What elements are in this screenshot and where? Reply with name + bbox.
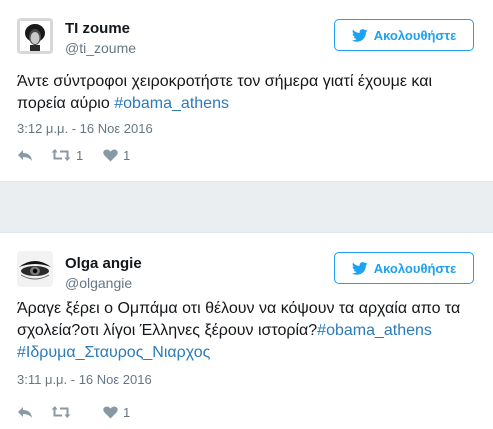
tweet-timestamp[interactable]: 3:12 μ.μ. - 16 Νοε 2016 [17,121,153,136]
hashtag-link[interactable]: #obama_athens [317,322,432,339]
tweet-text-line: Άντε σύντροφοι χειροκροτήστε τον σήμερα … [17,73,432,90]
tweet-card: Olga angie @olgangie Ακολουθήστε Άραγε ξ… [0,232,493,429]
retweet-icon [51,149,71,161]
tweet-actions: 1 [17,402,143,422]
tweet-text-line: πορεία αύριο [17,95,115,112]
like-button[interactable]: 1 [103,405,143,420]
tweet-card: TI zoume @ti_zoume Ακολουθήστε Άντε σύντ… [0,0,493,182]
avatar[interactable] [17,251,53,287]
follow-label: Ακολουθήστε [373,260,457,276]
retweet-count: 1 [76,147,84,163]
like-count: 1 [123,147,131,163]
tweet-text-line: Άραγε ξέρει ο Ομπάμα οτι θέλουν να κόψου… [17,300,461,317]
reply-icon [18,149,32,161]
reply-button[interactable] [17,406,51,419]
tweet-text-line: σχολεία?οτι λίγοι Έλληνες ξέρουν ιστορία… [17,322,318,339]
follow-button[interactable]: Ακολουθήστε [334,19,474,51]
tweet-timestamp[interactable]: 3:11 μ.μ. - 16 Νοε 2016 [17,372,152,387]
display-name[interactable]: TI zoume [65,20,130,37]
avatar[interactable] [17,18,53,54]
tweet-actions: 1 1 [17,145,143,165]
heart-icon [103,405,118,418]
follow-label: Ακολουθήστε [373,27,457,43]
twitter-bird-icon [351,28,368,42]
retweet-icon [51,406,71,418]
heart-icon [103,148,118,161]
tweet-text: Άραγε ξέρει ο Ομπάμα οτι θέλουν να κόψου… [17,298,477,364]
twitter-bird-icon [351,261,368,275]
reply-icon [18,406,32,418]
reply-button[interactable] [17,149,51,162]
retweet-button[interactable] [51,405,103,419]
follow-button[interactable]: Ακολουθήστε [334,252,474,284]
hashtag-link[interactable]: #Ιδρυμα_Σταυρος_Νιαρχος [17,344,210,361]
tweet-text: Άντε σύντροφοι χειροκροτήστε τον σήμερα … [17,71,477,115]
user-handle[interactable]: @olgangie [65,275,132,291]
like-count: 1 [123,404,131,420]
display-name[interactable]: Olga angie [65,255,142,272]
like-button[interactable]: 1 [103,148,143,163]
retweet-button[interactable]: 1 [51,148,103,163]
hashtag-link[interactable]: #obama_athens [114,95,229,112]
user-handle[interactable]: @ti_zoume [65,40,136,56]
